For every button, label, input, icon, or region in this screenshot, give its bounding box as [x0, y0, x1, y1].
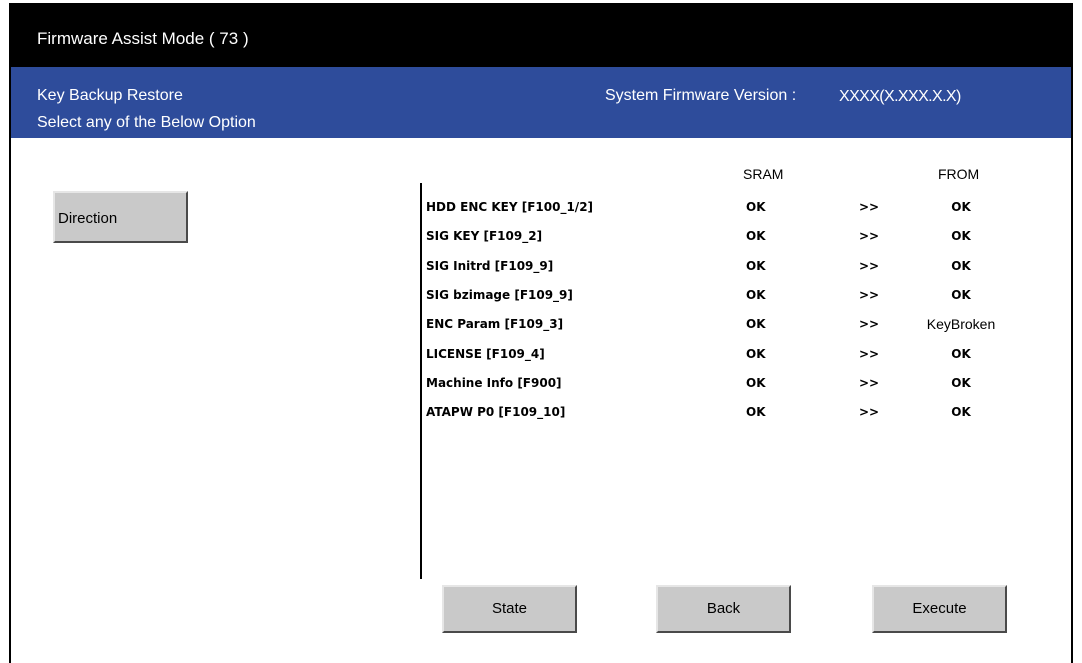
row-from-status: KeyBroken: [926, 316, 996, 333]
row-name: SIG Initrd [F109_9]: [426, 258, 554, 273]
row-name: SIG bzimage [F109_9]: [426, 287, 573, 302]
row-arrow: >>: [859, 200, 880, 214]
row-from-status: OK: [951, 258, 971, 273]
row-from-status: OK: [951, 287, 971, 302]
row-name: ENC Param [F109_3]: [426, 317, 564, 332]
row-sram-status: OK: [746, 375, 766, 390]
table-row: SIG bzimage [F109_9] OK >> OK: [11, 288, 1071, 308]
from-column-header: FROM: [938, 166, 980, 182]
row-sram-status: OK: [746, 346, 766, 361]
row-arrow: >>: [859, 258, 880, 273]
row-name: LICENSE [F109_4]: [426, 346, 545, 361]
row-from-status: OK: [951, 229, 971, 244]
row-from-status: OK: [951, 200, 971, 214]
table-row: SIG Initrd [F109_9] OK >> OK: [11, 259, 1071, 279]
execute-button[interactable]: Execute: [872, 585, 1007, 633]
title-bar: Firmware Assist Mode ( 73 ): [11, 5, 1071, 67]
row-name: Machine Info [F900]: [426, 375, 562, 390]
row-arrow: >>: [859, 405, 880, 420]
screen-name: Key Backup Restore: [37, 87, 183, 104]
state-button[interactable]: State: [442, 585, 577, 633]
row-from-status: OK: [951, 405, 971, 420]
row-sram-status: OK: [746, 405, 766, 420]
table-row: Machine Info [F900] OK >> OK: [11, 376, 1071, 396]
table-row: LICENSE [F109_4] OK >> OK: [11, 347, 1071, 367]
table-row: ENC Param [F109_3] OK >> KeyBroken: [11, 316, 1071, 337]
row-name: HDD ENC KEY [F100_1/2]: [426, 200, 594, 214]
table-row: HDD ENC KEY [F100_1/2] OK >> OK: [11, 200, 1071, 220]
row-sram-status: OK: [746, 317, 766, 332]
row-sram-status: OK: [746, 258, 766, 273]
sram-column-header: SRAM: [743, 166, 784, 182]
version-label: System Firmware Version :: [605, 87, 797, 104]
back-button-label: Back: [706, 600, 741, 617]
row-name: ATAPW P0 [F109_10]: [426, 405, 566, 420]
row-from-status: OK: [951, 346, 971, 361]
table-row: ATAPW P0 [F109_10] OK >> OK: [11, 405, 1071, 425]
row-arrow: >>: [859, 287, 880, 302]
row-arrow: >>: [859, 317, 880, 332]
execute-button-label: Execute: [912, 600, 967, 617]
instruction-text: Select any of the Below Option: [37, 114, 256, 131]
state-button-label: State: [491, 600, 528, 617]
row-arrow: >>: [859, 229, 880, 244]
table-row: SIG KEY [F109_2] OK >> OK: [11, 229, 1071, 249]
app-window: Firmware Assist Mode ( 73 ) Key Backup R…: [9, 3, 1073, 663]
window-title: Firmware Assist Mode ( 73 ): [37, 29, 249, 48]
row-sram-status: OK: [746, 229, 766, 244]
row-arrow: >>: [859, 375, 880, 390]
row-name: SIG KEY [F109_2]: [426, 229, 543, 244]
row-from-status: OK: [951, 375, 971, 390]
row-arrow: >>: [859, 346, 880, 361]
sub-header: Key Backup Restore Select any of the Bel…: [11, 67, 1071, 138]
version-value: XXXX(X.XXX.X.X): [839, 88, 961, 105]
row-sram-status: OK: [746, 200, 766, 214]
back-button[interactable]: Back: [656, 585, 791, 633]
row-sram-status: OK: [746, 287, 766, 302]
